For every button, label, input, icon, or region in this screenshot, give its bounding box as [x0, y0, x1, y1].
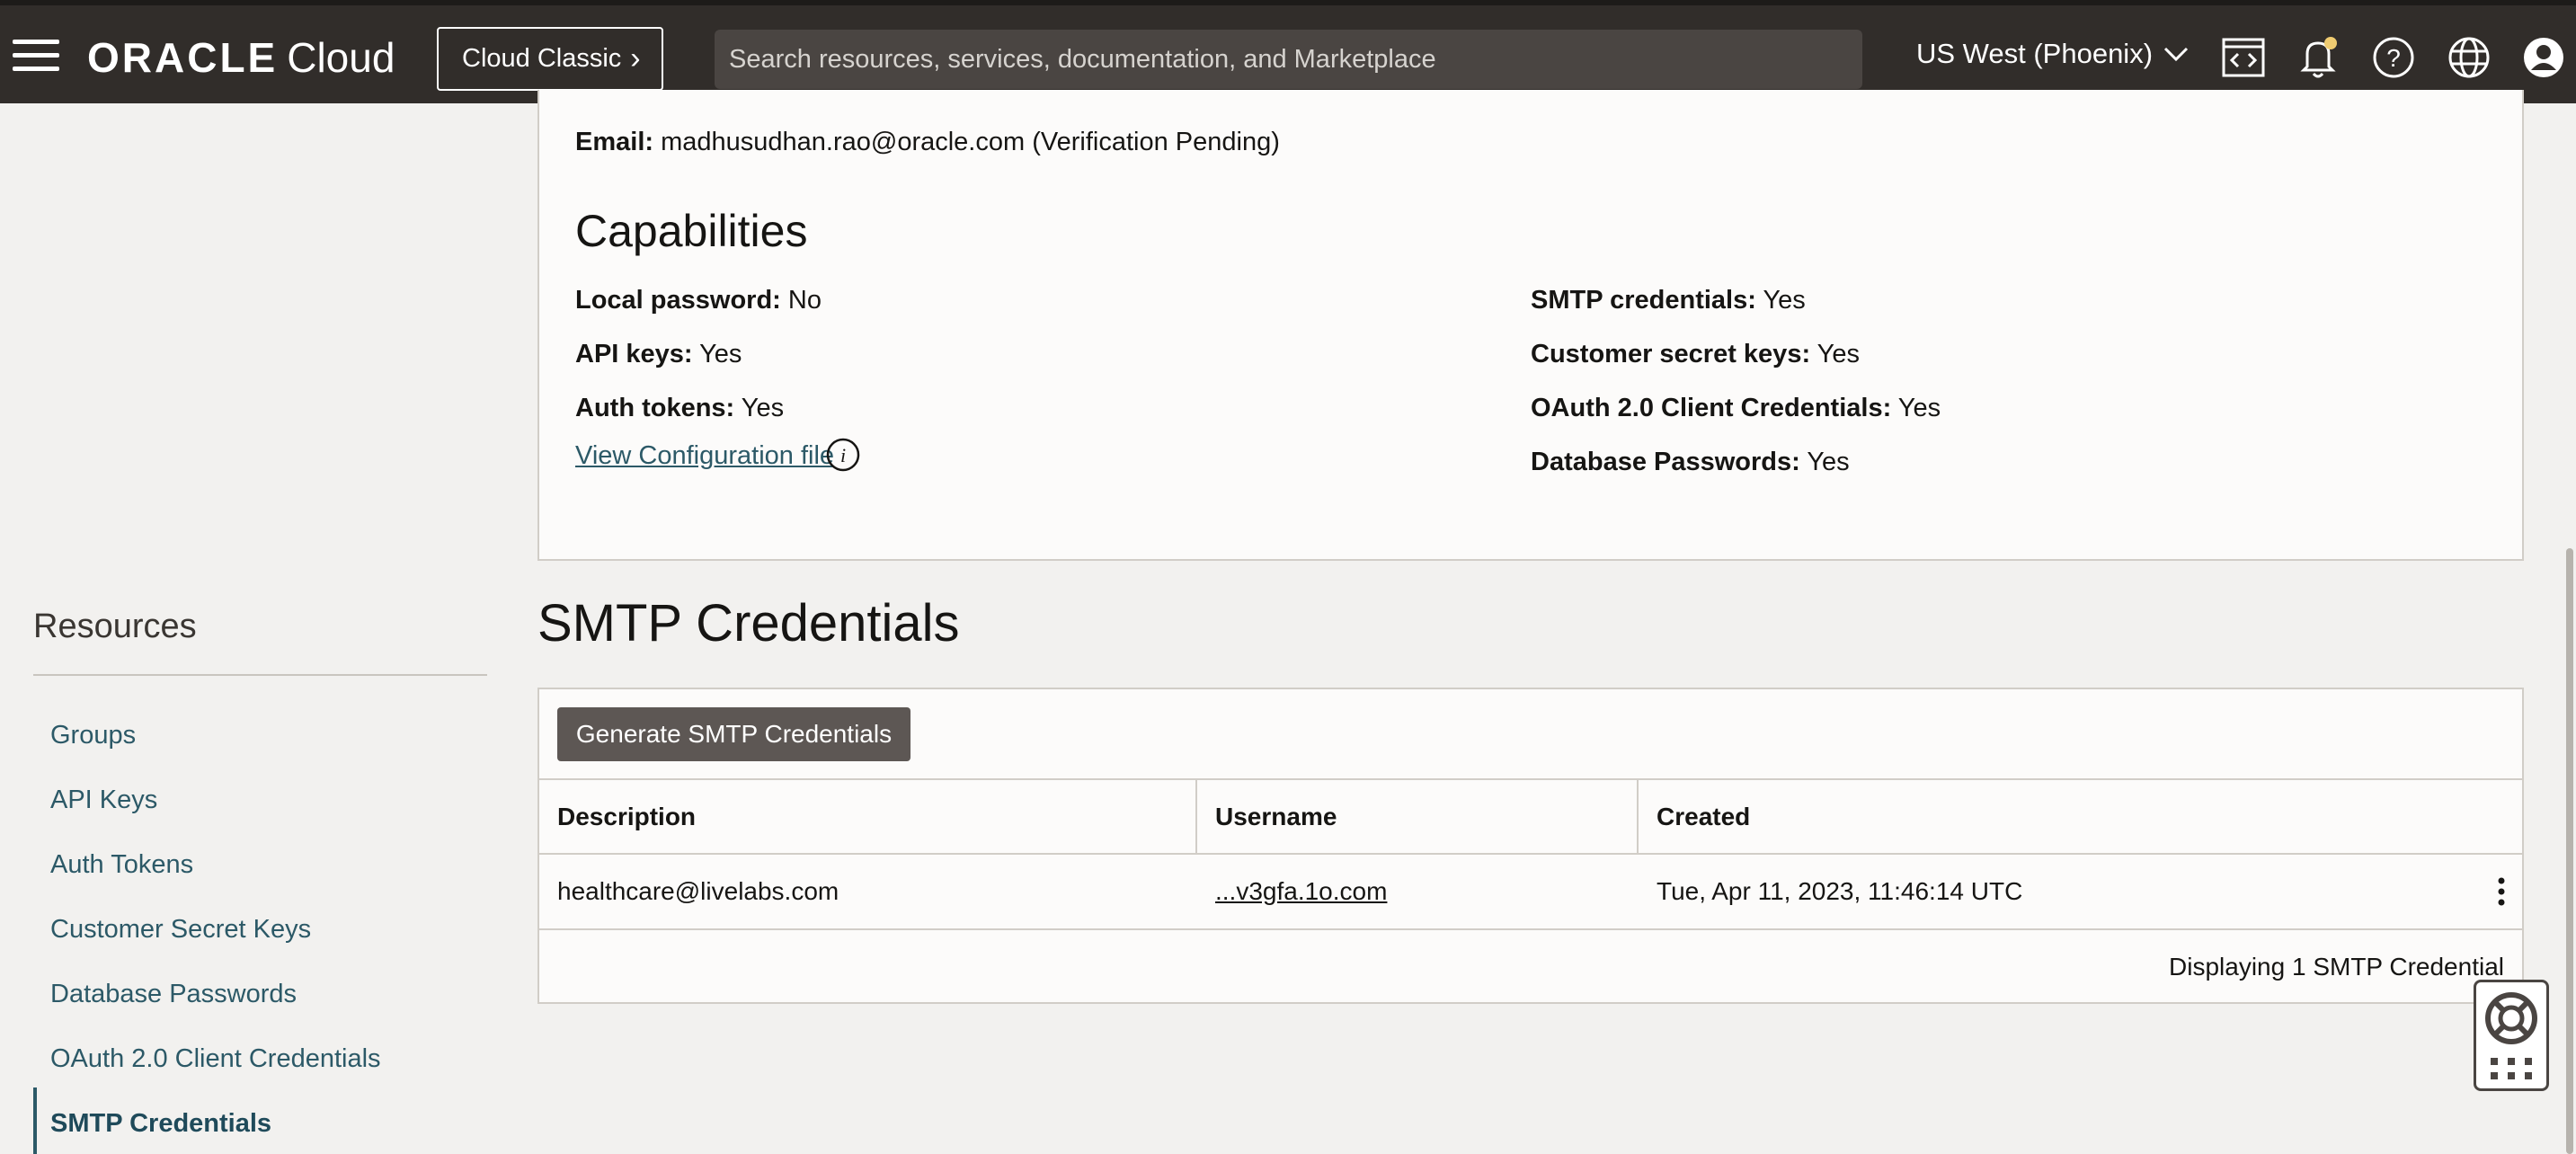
cell-username-link[interactable]: ...v3gfa.1o.com	[1215, 877, 1387, 906]
capability-label: OAuth 2.0 Client Credentials:	[1531, 394, 1892, 422]
info-icon[interactable]: i	[825, 437, 861, 473]
column-divider	[1195, 779, 1197, 855]
oracle-cloud-logo[interactable]: ORACLE Cloud	[87, 32, 395, 83]
user-icon[interactable]	[2520, 34, 2567, 81]
capability-label: Database Passwords:	[1531, 448, 1800, 476]
capability-oauth-client-credentials: OAuth 2.0 Client Credentials: Yes	[1531, 394, 1941, 423]
lifebuoy-icon	[2485, 992, 2537, 1079]
capability-auth-tokens: Auth tokens: Yes	[575, 394, 784, 423]
capability-label: Customer secret keys:	[1531, 340, 1811, 368]
capability-value: Yes	[1897, 394, 1941, 422]
column-header-username[interactable]: Username	[1215, 803, 1337, 831]
capability-value: Yes	[699, 340, 742, 368]
cloud-classic-label: Cloud Classic	[462, 44, 622, 73]
chevron-down-icon	[2163, 47, 2189, 62]
sidebar-item-smtp-credentials[interactable]: SMTP Credentials	[50, 1109, 271, 1139]
capabilities-heading: Capabilities	[575, 206, 808, 256]
capability-value: Yes	[1817, 340, 1860, 368]
capability-label: Local password:	[575, 286, 781, 315]
capability-label: SMTP credentials:	[1531, 286, 1756, 315]
resources-divider	[33, 674, 487, 676]
brand-oracle: ORACLE	[87, 34, 279, 81]
brand-cloud: Cloud	[287, 34, 395, 81]
region-label: US West (Phoenix)	[1916, 38, 2154, 69]
column-header-created[interactable]: Created	[1657, 803, 1750, 831]
help-widget[interactable]	[2474, 980, 2549, 1091]
active-item-indicator	[33, 1087, 37, 1154]
chevron-right-icon: ›	[630, 41, 641, 75]
capability-value: Yes	[1807, 448, 1850, 476]
results-count: Displaying 1 SMTP Credential	[2169, 953, 2504, 981]
capability-label: Auth tokens:	[575, 394, 735, 422]
table-divider	[537, 853, 2524, 855]
row-actions-menu-icon[interactable]	[2492, 875, 2511, 908]
capability-value: Yes	[741, 394, 785, 422]
capability-value: Yes	[1763, 286, 1806, 315]
sidebar-item-oauth-client-credentials[interactable]: OAuth 2.0 Client Credentials	[50, 1044, 381, 1074]
smtp-credentials-heading: SMTP Credentials	[537, 594, 960, 652]
page-scrollbar[interactable]	[2566, 548, 2573, 1154]
column-header-description[interactable]: Description	[557, 803, 696, 831]
user-details-card	[537, 90, 2524, 561]
sidebar-item-groups[interactable]: Groups	[50, 721, 136, 750]
cell-created: Tue, Apr 11, 2023, 11:46:14 UTC	[1657, 877, 2023, 905]
sidebar-item-customer-secret-keys[interactable]: Customer Secret Keys	[50, 915, 311, 945]
column-divider	[1637, 779, 1639, 855]
cloud-classic-button[interactable]: Cloud Classic ›	[437, 27, 663, 91]
cell-description: healthcare@livelabs.com	[557, 877, 839, 905]
capability-customer-secret-keys: Customer secret keys: Yes	[1531, 340, 1860, 369]
email-label: Email:	[575, 128, 654, 156]
svg-text:?: ?	[2386, 44, 2401, 72]
capability-value: No	[787, 286, 822, 315]
sidebar-item-auth-tokens[interactable]: Auth Tokens	[50, 850, 193, 880]
help-icon[interactable]: ?	[2370, 34, 2417, 81]
table-divider	[537, 928, 2524, 930]
capability-local-password: Local password: No	[575, 286, 822, 315]
top-navigation-bar: ORACLE Cloud Cloud Classic › Search resou…	[0, 0, 2576, 103]
search-placeholder: Search resources, services, documentatio…	[729, 44, 1436, 74]
sidebar-item-database-passwords[interactable]: Database Passwords	[50, 980, 297, 1009]
capability-smtp-credentials: SMTP credentials: Yes	[1531, 286, 1806, 315]
view-configuration-file-link[interactable]: View Configuration file	[575, 441, 834, 470]
bell-icon[interactable]	[2295, 34, 2341, 81]
capability-api-keys: API keys: Yes	[575, 340, 742, 369]
table-divider	[537, 778, 2524, 780]
search-input[interactable]: Search resources, services, documentatio…	[715, 30, 1862, 89]
sidebar-item-api-keys[interactable]: API Keys	[50, 786, 157, 815]
globe-icon[interactable]	[2446, 34, 2492, 81]
capability-database-passwords: Database Passwords: Yes	[1531, 448, 1850, 477]
email-row: Email: madhusudhan.rao@oracle.com (Verif…	[575, 128, 1280, 157]
svg-text:i: i	[840, 444, 846, 466]
resources-heading: Resources	[33, 608, 197, 645]
email-value: madhusudhan.rao@oracle.com (Verification…	[661, 128, 1280, 156]
capability-label: API keys:	[575, 340, 693, 368]
region-selector[interactable]: US West (Phoenix)	[1916, 38, 2189, 70]
view-config-file-row: View Configuration file	[575, 441, 834, 471]
menu-icon[interactable]	[13, 40, 59, 72]
code-editor-icon[interactable]	[2220, 34, 2267, 81]
generate-smtp-credentials-button[interactable]: Generate SMTP Credentials	[557, 707, 910, 761]
